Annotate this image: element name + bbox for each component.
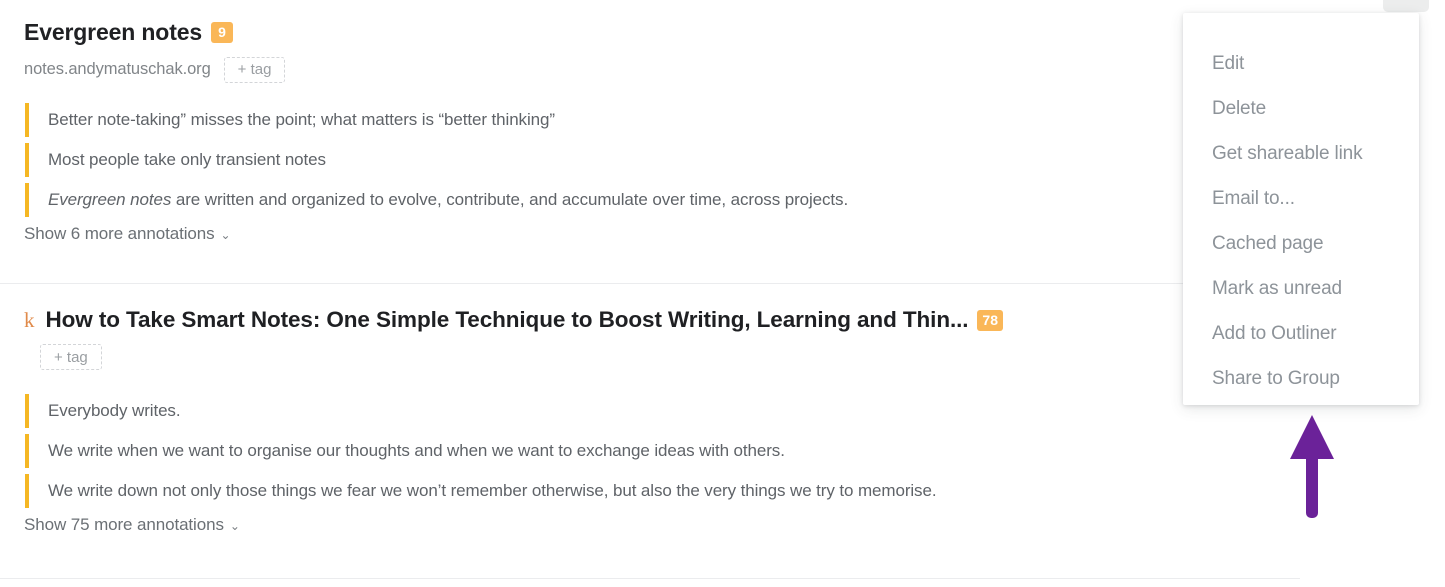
menu-item-delete[interactable]: Delete <box>1183 86 1419 131</box>
show-more-label: Show 6 more annotations <box>24 223 215 243</box>
menu-item-email-to[interactable]: Email to... <box>1183 176 1419 221</box>
add-tag-button[interactable]: + tag <box>223 56 286 83</box>
menu-item-add-to-outliner[interactable]: Add to Outliner <box>1183 311 1419 356</box>
annotation-list: Better note-taking” misses the point; wh… <box>0 100 1300 244</box>
highlight-bar-icon <box>25 394 29 428</box>
article-title-row: k How to Take Smart Notes: One Simple Te… <box>24 307 1300 333</box>
annotation-text: We write down not only those things we f… <box>48 480 937 500</box>
annotation-text: We write when we want to organise our th… <box>48 440 785 460</box>
annotation-item[interactable]: We write when we want to organise our th… <box>0 431 1300 471</box>
highlight-bar-icon <box>25 182 29 217</box>
article-title-row: Evergreen notes 9 <box>24 18 1300 47</box>
highlight-bar-icon <box>25 434 29 468</box>
annotation-text: Evergreen notes are written and organize… <box>48 189 849 209</box>
menu-item-mark-as-unread[interactable]: Mark as unread <box>1183 266 1419 311</box>
article-divider <box>0 283 1300 284</box>
chevron-down-icon: ⌄ <box>220 227 231 242</box>
kindle-source-icon: k <box>24 307 35 332</box>
annotation-text: Most people take only transient notes <box>48 149 326 169</box>
article-meta-row: + tag <box>24 344 1300 370</box>
article-card-evergreen-notes: Evergreen notes 9 notes.andymatuschak.or… <box>0 18 1300 244</box>
article-header: Evergreen notes 9 notes.andymatuschak.or… <box>0 18 1300 83</box>
highlight-bar-icon <box>25 474 29 508</box>
article-divider <box>0 578 1300 579</box>
annotation-text: Everybody writes. <box>48 400 181 420</box>
annotation-item[interactable]: Better note-taking” misses the point; wh… <box>0 100 1300 140</box>
highlight-bar-icon <box>25 102 29 137</box>
article-card-smart-notes: k How to Take Smart Notes: One Simple Te… <box>0 307 1300 535</box>
article-title[interactable]: Evergreen notes <box>24 18 202 47</box>
annotation-item[interactable]: Evergreen notes are written and organize… <box>0 180 1300 220</box>
toolbar-pill-partial[interactable] <box>1383 0 1429 12</box>
article-header: k How to Take Smart Notes: One Simple Te… <box>0 307 1300 370</box>
page-root: Evergreen notes 9 notes.andymatuschak.or… <box>0 0 1445 587</box>
article-meta-row: notes.andymatuschak.org + tag <box>24 56 1300 83</box>
annotation-text: Better note-taking” misses the point; wh… <box>48 109 555 129</box>
menu-item-edit[interactable]: Edit <box>1183 41 1419 86</box>
article-title[interactable]: How to Take Smart Notes: One Simple Tech… <box>46 307 969 333</box>
annotation-count-badge: 78 <box>977 309 1003 331</box>
annotation-item[interactable]: Most people take only transient notes <box>0 140 1300 180</box>
annotation-list: Everybody writes. We write when we want … <box>0 391 1300 535</box>
show-more-label: Show 75 more annotations <box>24 515 224 534</box>
context-menu: Edit Delete Get shareable link Email to.… <box>1183 13 1419 405</box>
menu-item-share-to-group[interactable]: Share to Group <box>1183 356 1419 401</box>
highlight-bar-icon <box>25 142 29 177</box>
menu-item-cached-page[interactable]: Cached page <box>1183 221 1419 266</box>
article-domain: notes.andymatuschak.org <box>24 60 211 79</box>
annotation-item[interactable]: We write down not only those things we f… <box>0 471 1300 511</box>
menu-item-get-shareable-link[interactable]: Get shareable link <box>1183 131 1419 176</box>
show-more-annotations-button[interactable]: Show 6 more annotations ⌄ <box>0 223 231 244</box>
chevron-down-icon: ⌄ <box>229 519 240 533</box>
show-more-annotations-button[interactable]: Show 75 more annotations ⌄ <box>0 515 240 535</box>
annotation-item[interactable]: Everybody writes. <box>0 391 1300 431</box>
annotation-count-badge: 9 <box>211 21 233 43</box>
add-tag-button[interactable]: + tag <box>40 344 102 370</box>
